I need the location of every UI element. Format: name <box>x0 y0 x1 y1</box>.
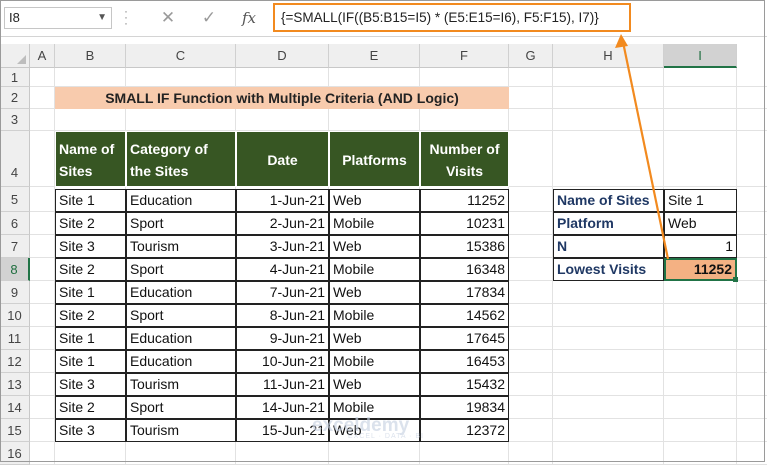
window-frame <box>0 0 765 462</box>
